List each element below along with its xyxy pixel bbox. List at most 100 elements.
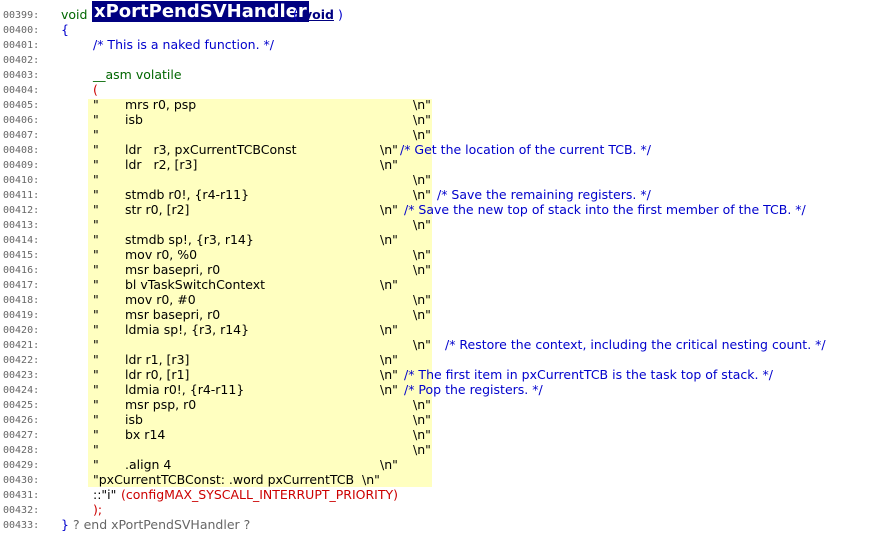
line-number: 00426:	[3, 415, 40, 426]
paren-close: )	[338, 7, 343, 22]
asm-newline: \n"	[380, 202, 398, 217]
line-number: 00417:	[3, 280, 40, 291]
comment: /* Pop the registers. */	[404, 382, 543, 397]
comment: /* Restore the context, including the cr…	[445, 337, 826, 352]
asm-quote: "	[93, 202, 99, 217]
line-number: 00420:	[3, 325, 40, 336]
asm-newline: \n"	[413, 217, 431, 232]
line-number: 00408:	[3, 145, 40, 156]
line-number: 00430:	[3, 475, 40, 486]
asm-newline: \n"	[413, 397, 431, 412]
line-number: 00431:	[3, 490, 40, 501]
paren-open: (	[293, 7, 298, 22]
line-number: 00421:	[3, 340, 40, 351]
asm-instruction: ldr r1, [r3]	[125, 352, 190, 367]
asm-quote: "	[93, 382, 99, 397]
asm-quote: "	[93, 172, 99, 187]
asm-newline: \n"	[380, 382, 398, 397]
asm-instruction: isb	[125, 412, 143, 427]
source-listing: 00399: void xPortPendSVHandler(void) 00400:…	[0, 0, 895, 537]
line-number: 00399:	[3, 10, 40, 21]
asm-instruction: mrs r0, psp	[125, 97, 197, 112]
asm-quote: "	[93, 142, 99, 157]
line-number: 00402:	[3, 55, 40, 66]
line-number: 00432:	[3, 505, 40, 516]
comment: /* This is a naked function. */	[93, 37, 274, 52]
asm-quote: "	[93, 217, 99, 232]
function-name[interactable]: xPortPendSVHandler	[92, 1, 309, 22]
asm-newline: \n"	[413, 97, 431, 112]
asm-instruction: .align 4	[125, 457, 172, 472]
line-number: 00404:	[3, 85, 40, 96]
comment: /* The first item in pxCurrentTCB is the…	[404, 367, 773, 382]
asm-instruction: bx r14	[125, 427, 166, 442]
return-type: void	[61, 7, 88, 22]
asm-constraint: ::"i"	[93, 487, 117, 502]
end-marker: ? end xPortPendSVHandler ?	[73, 517, 251, 532]
line-number: 00428:	[3, 445, 40, 456]
asm-newline: \n"	[380, 352, 398, 367]
asm-quote: "	[93, 277, 99, 292]
line-number: 00423:	[3, 370, 40, 381]
asm-quote: "	[93, 352, 99, 367]
asm-quote: "	[93, 457, 99, 472]
asm-newline: \n"	[380, 232, 398, 247]
asm-newline: \n"	[413, 307, 431, 322]
param-type-link[interactable]: void	[304, 7, 334, 22]
line-number: 00422:	[3, 355, 40, 366]
line-number: 00419:	[3, 310, 40, 321]
comment: /* Get the location of the current TCB. …	[400, 142, 651, 157]
asm-quote: "	[93, 97, 99, 112]
asm-instruction: mov r0, #0	[125, 292, 196, 307]
line-number: 00416:	[3, 265, 40, 276]
line-number: 00403:	[3, 70, 40, 81]
line-number: 00413:	[3, 220, 40, 231]
asm-newline: \n"	[413, 187, 431, 202]
asm-instruction: ldr r0, [r1]	[125, 367, 190, 382]
brace-open: {	[61, 22, 69, 37]
asm-quote: "	[93, 127, 99, 142]
asm-newline: \n"	[380, 277, 398, 292]
line-number: 00401:	[3, 40, 40, 51]
asm-instruction: ldmia r0!, {r4-r11}	[125, 382, 245, 397]
asm-newline: \n"	[380, 457, 398, 472]
asm-quote: "	[93, 397, 99, 412]
line-number: 00406:	[3, 115, 40, 126]
line-number: 00427:	[3, 430, 40, 441]
asm-quote: "	[93, 187, 99, 202]
asm-newline: \n"	[413, 427, 431, 442]
asm-instruction: msr basepri, r0	[125, 262, 221, 277]
asm-newline: \n"	[413, 412, 431, 427]
asm-newline: \n"	[380, 142, 398, 157]
asm-instruction: ldmia sp!, {r3, r14}	[125, 322, 250, 337]
asm-instruction: stmdb sp!, {r3, r14}	[125, 232, 254, 247]
asm-instruction: mov r0, %0	[125, 247, 198, 262]
asm-instruction: ldr r2, [r3]	[125, 157, 198, 172]
asm-instruction: isb	[125, 112, 143, 127]
paren-open: (	[93, 82, 98, 97]
asm-instruction: stmdb r0!, {r4-r11}	[125, 187, 250, 202]
asm-keyword: __asm volatile	[93, 67, 182, 82]
asm-instruction: ldr r3, pxCurrentTCBConst	[125, 142, 297, 157]
line-number: 00407:	[3, 130, 40, 141]
asm-quote: "	[93, 112, 99, 127]
line-number: 00414:	[3, 235, 40, 246]
brace-close: }	[61, 517, 69, 532]
asm-quote: "	[93, 427, 99, 442]
line-number: 00409:	[3, 160, 40, 171]
line-number: 00400:	[3, 25, 40, 36]
line-number: 00405:	[3, 100, 40, 111]
close-statement: );	[93, 502, 103, 517]
asm-newline: \n"	[413, 337, 431, 352]
asm-instruction: bl vTaskSwitchContext	[125, 277, 266, 292]
asm-constraint-arg: (configMAX_SYSCALL_INTERRUPT_PRIORITY)	[121, 487, 399, 502]
asm-newline: \n"	[413, 127, 431, 142]
line-number: 00418:	[3, 295, 40, 306]
asm-quote: "	[93, 412, 99, 427]
asm-quote: "	[93, 322, 99, 337]
asm-quote: "	[93, 292, 99, 307]
asm-newline: \n"	[413, 442, 431, 457]
asm-instruction: msr basepri, r0	[125, 307, 221, 322]
asm-newline: \n"	[413, 247, 431, 262]
line-number: 00412:	[3, 205, 40, 216]
